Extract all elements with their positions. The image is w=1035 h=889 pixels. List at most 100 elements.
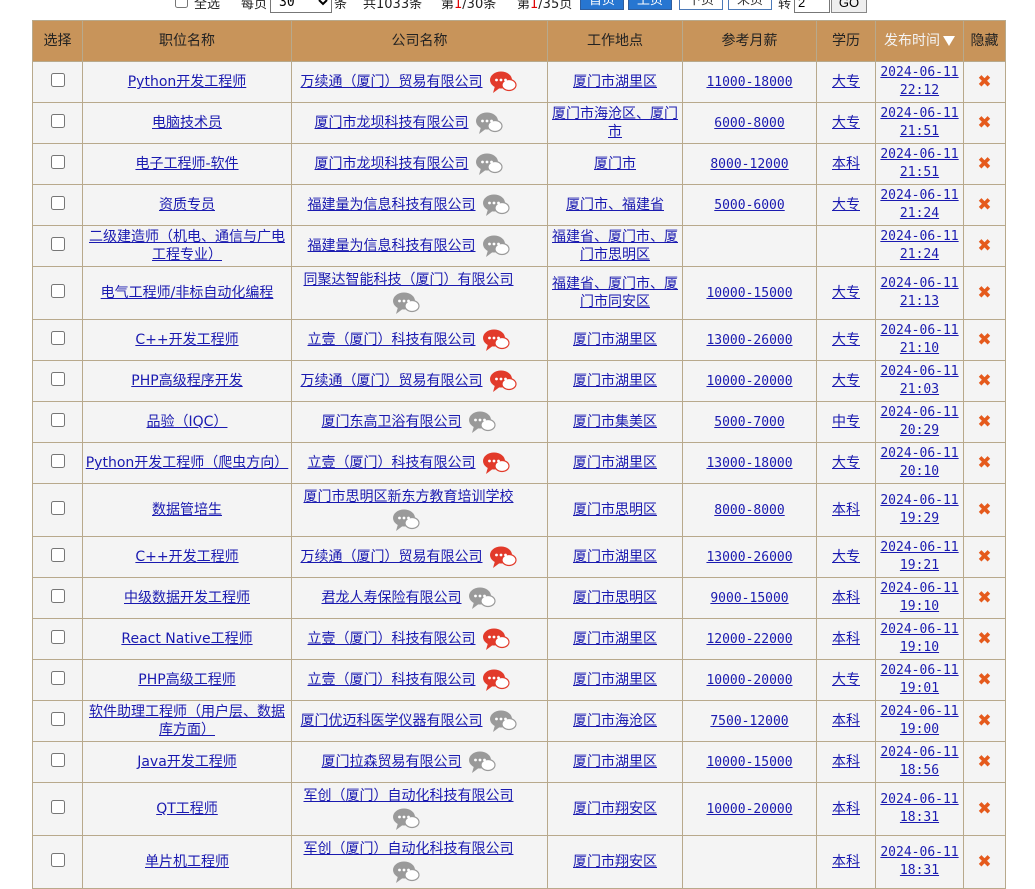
location-link[interactable]: 厦门市湖里区 (573, 455, 657, 471)
date-link[interactable]: 2024-06-11 19:10 (880, 621, 958, 657)
job-title-link[interactable]: 中级数据开发工程师 (124, 590, 250, 606)
location-link[interactable]: 福建省、厦门市、厦门市思明区 (552, 229, 678, 263)
close-x-icon[interactable]: ✖ (977, 547, 991, 567)
row-checkbox[interactable] (50, 752, 65, 767)
company-link[interactable]: 厦门拉森贸易有限公司 (322, 754, 462, 770)
location-link[interactable]: 厦门市海沧区、厦门市 (552, 106, 678, 140)
company-link[interactable]: 万续通（厦门）贸易有限公司 (301, 74, 483, 90)
date-text[interactable]: 2024-06-11 (880, 540, 958, 555)
row-checkbox[interactable] (50, 154, 65, 169)
chat-bubble-icon[interactable] (482, 627, 510, 651)
date-text[interactable]: 2024-06-11 (880, 323, 958, 338)
education-link[interactable]: 本科 (832, 801, 860, 817)
job-title-link[interactable]: 资质专员 (159, 197, 215, 213)
chat-bubble-icon[interactable] (489, 545, 517, 569)
row-checkbox[interactable] (50, 588, 65, 603)
chat-bubble-icon[interactable] (392, 291, 420, 315)
date-link[interactable]: 2024-06-11 21:51 (880, 146, 958, 182)
date-text[interactable]: 2024-06-11 (880, 622, 958, 637)
salary-link[interactable]: 8000-12000 (710, 157, 788, 172)
close-x-icon[interactable]: ✖ (977, 588, 991, 608)
location-link[interactable]: 厦门市集美区 (573, 414, 657, 430)
date-text[interactable]: 2024-06-11 (880, 663, 958, 678)
row-checkbox[interactable] (50, 711, 65, 726)
date-link[interactable]: 2024-06-11 19:00 (880, 703, 958, 739)
chat-bubble-icon[interactable] (482, 328, 510, 352)
company-link[interactable]: 立壹（厦门）科技有限公司 (308, 455, 476, 471)
salary-link[interactable]: 12000-22000 (706, 632, 792, 647)
close-x-icon[interactable]: ✖ (977, 154, 991, 174)
company-link[interactable]: 万续通（厦门）贸易有限公司 (301, 549, 483, 565)
close-x-icon[interactable]: ✖ (977, 752, 991, 772)
location-link[interactable]: 厦门市湖里区 (573, 631, 657, 647)
close-x-icon[interactable]: ✖ (977, 371, 991, 391)
date-text[interactable]: 2024-06-11 (880, 845, 958, 860)
time-text[interactable]: 18:31 (900, 863, 939, 878)
time-text[interactable]: 21:24 (900, 206, 939, 221)
job-title-link[interactable]: PHP高级程序开发 (131, 373, 242, 389)
row-checkbox[interactable] (50, 547, 65, 562)
date-link[interactable]: 2024-06-11 21:03 (880, 363, 958, 399)
salary-link[interactable]: 10000-20000 (706, 802, 792, 817)
close-x-icon[interactable]: ✖ (977, 72, 991, 92)
location-link[interactable]: 厦门市、福建省 (566, 197, 664, 213)
date-text[interactable]: 2024-06-11 (880, 276, 958, 291)
row-checkbox[interactable] (50, 330, 65, 345)
close-x-icon[interactable]: ✖ (977, 852, 991, 872)
company-link[interactable]: 军创（厦门）自动化科技有限公司 (304, 841, 514, 857)
education-link[interactable]: 本科 (832, 156, 860, 172)
education-link[interactable]: 大专 (832, 285, 860, 301)
date-link[interactable]: 2024-06-11 19:29 (880, 492, 958, 528)
job-title-link[interactable]: 数据管培生 (152, 502, 222, 518)
date-link[interactable]: 2024-06-11 19:01 (880, 662, 958, 698)
date-text[interactable]: 2024-06-11 (880, 493, 958, 508)
salary-link[interactable]: 10000-20000 (706, 673, 792, 688)
time-text[interactable]: 22:12 (900, 83, 939, 98)
salary-link[interactable]: 10000-20000 (706, 374, 792, 389)
location-link[interactable]: 厦门市 (594, 156, 636, 172)
close-x-icon[interactable]: ✖ (977, 195, 991, 215)
chat-bubble-icon[interactable] (475, 152, 503, 176)
row-checkbox[interactable] (50, 283, 65, 298)
sort-down-icon[interactable] (943, 36, 955, 46)
salary-link[interactable]: 5000-6000 (714, 198, 784, 213)
date-link[interactable]: 2024-06-11 18:56 (880, 744, 958, 780)
location-link[interactable]: 厦门市湖里区 (573, 754, 657, 770)
time-text[interactable]: 21:51 (900, 124, 939, 139)
company-link[interactable]: 福建量为信息科技有限公司 (308, 238, 476, 254)
date-text[interactable]: 2024-06-11 (880, 446, 958, 461)
close-x-icon[interactable]: ✖ (977, 283, 991, 303)
first-page-button[interactable]: 首页 (580, 0, 625, 10)
date-link[interactable]: 2024-06-11 20:29 (880, 404, 958, 440)
salary-link[interactable]: 10000-15000 (706, 286, 792, 301)
row-checkbox[interactable] (50, 799, 65, 814)
company-link[interactable]: 立壹（厦门）科技有限公司 (308, 672, 476, 688)
time-text[interactable]: 21:51 (900, 165, 939, 180)
education-link[interactable]: 大专 (832, 373, 860, 389)
close-x-icon[interactable]: ✖ (977, 236, 991, 256)
next-page-button[interactable]: 下页 (679, 0, 724, 10)
job-title-link[interactable]: QT工程师 (156, 801, 218, 817)
company-link[interactable]: 厦门市龙坝科技有限公司 (315, 115, 469, 131)
time-text[interactable]: 19:00 (900, 722, 939, 737)
row-checkbox[interactable] (50, 670, 65, 685)
location-link[interactable]: 厦门市湖里区 (573, 373, 657, 389)
row-checkbox[interactable] (50, 412, 65, 427)
education-link[interactable]: 本科 (832, 502, 860, 518)
job-title-link[interactable]: Java开发工程师 (137, 754, 237, 770)
date-link[interactable]: 2024-06-11 19:10 (880, 580, 958, 616)
job-title-link[interactable]: Python开发工程师 (128, 74, 247, 90)
education-link[interactable]: 大专 (832, 115, 860, 131)
time-text[interactable]: 19:10 (900, 640, 939, 655)
date-text[interactable]: 2024-06-11 (880, 581, 958, 596)
education-link[interactable]: 大专 (832, 332, 860, 348)
company-link[interactable]: 厦门市龙坝科技有限公司 (315, 156, 469, 172)
job-title-link[interactable]: PHP高级工程师 (138, 672, 235, 688)
chat-bubble-icon[interactable] (392, 807, 420, 831)
date-text[interactable]: 2024-06-11 (880, 405, 958, 420)
education-link[interactable]: 本科 (832, 590, 860, 606)
row-checkbox[interactable] (50, 371, 65, 386)
company-link[interactable]: 军创（厦门）自动化科技有限公司 (304, 788, 514, 804)
job-title-link[interactable]: 二级建造师（机电、通信与广电工程专业） (89, 229, 285, 263)
company-link[interactable]: 君龙人寿保险有限公司 (322, 590, 462, 606)
